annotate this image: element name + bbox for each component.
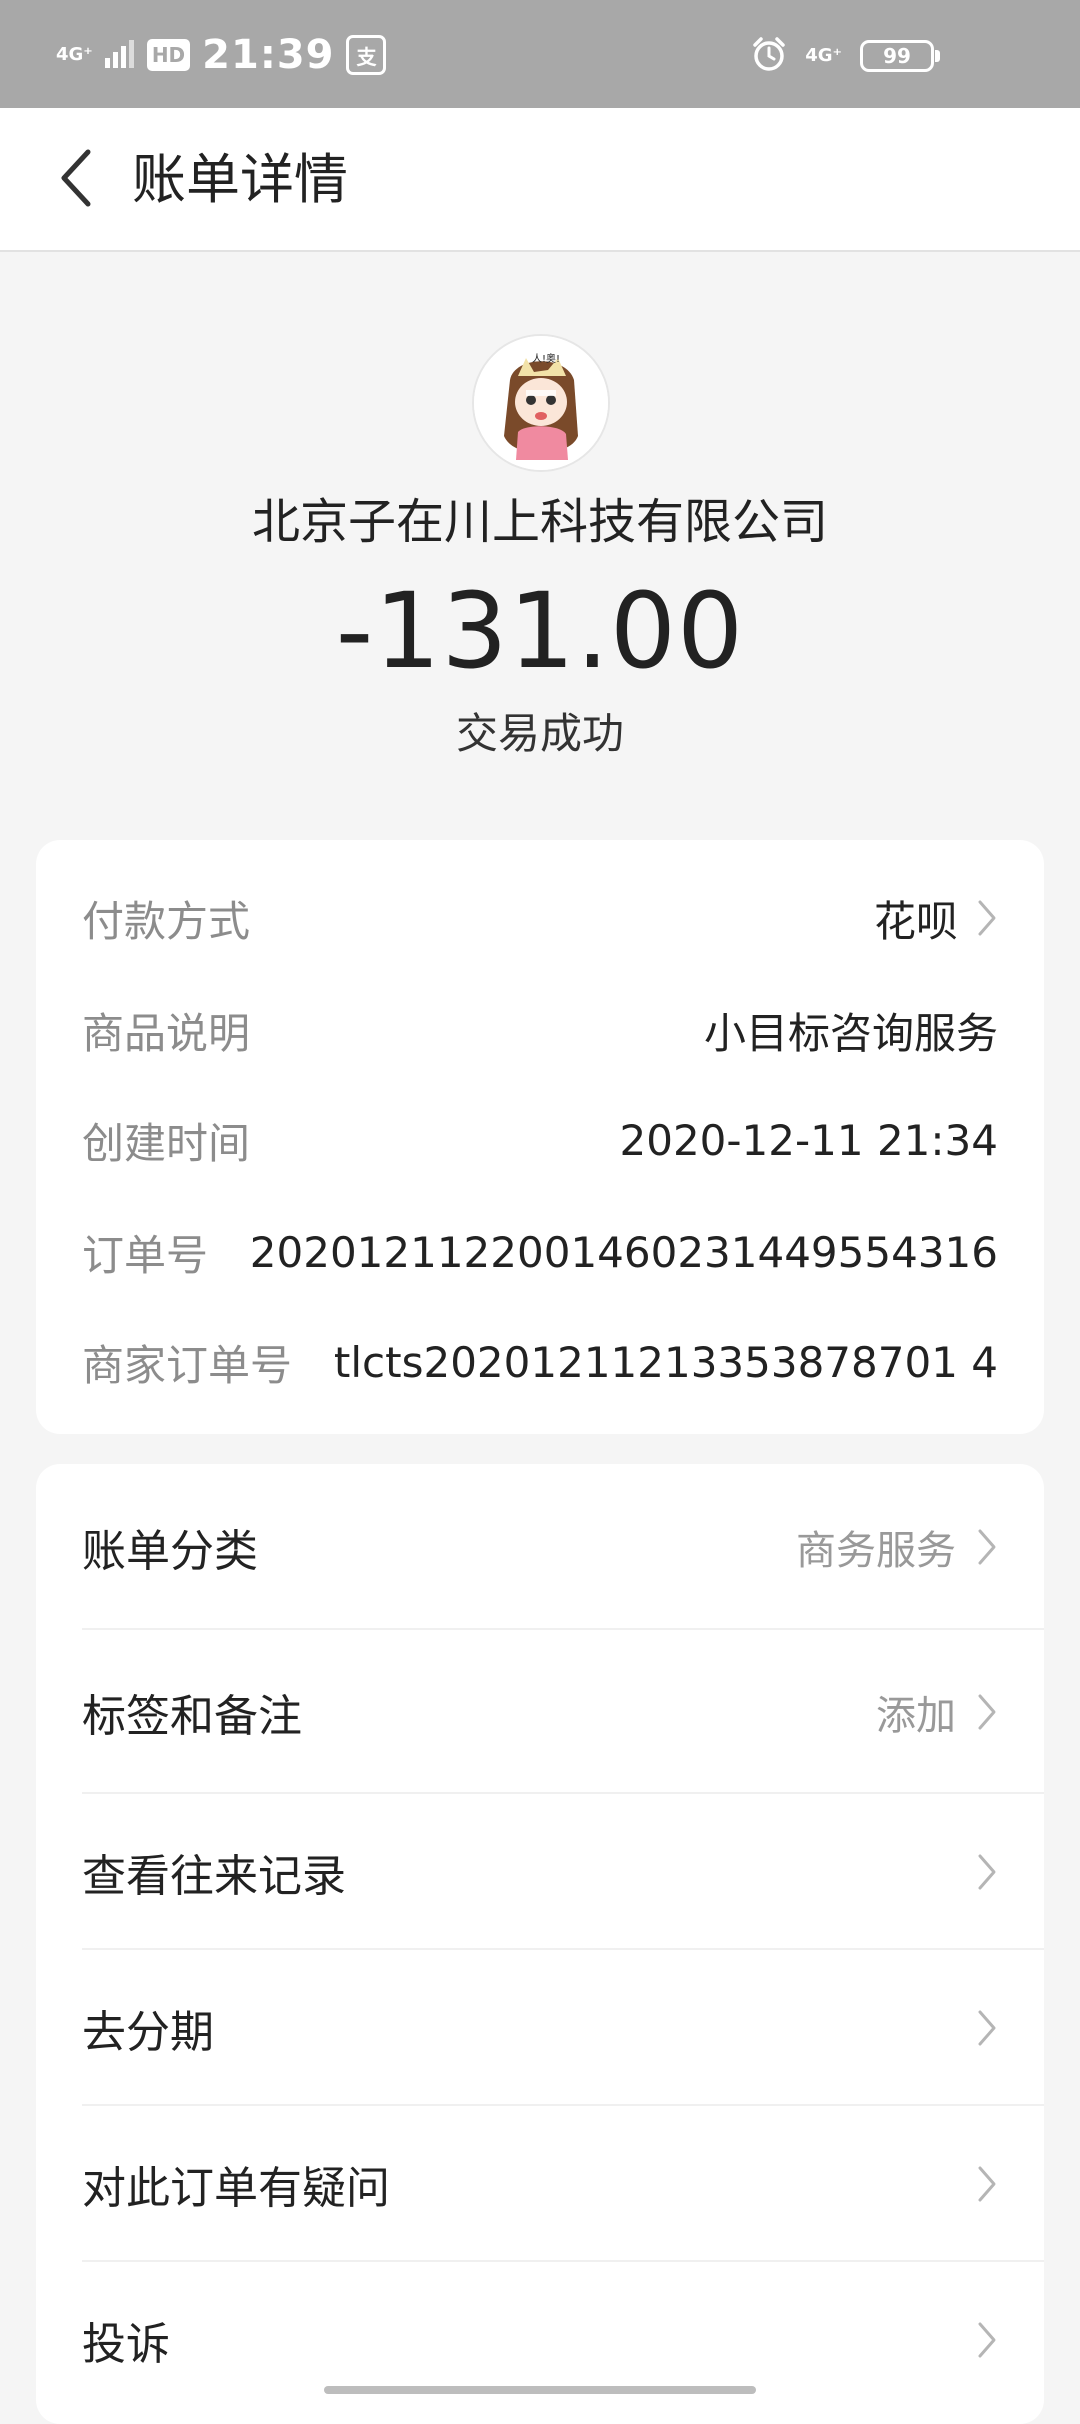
network-left-indicator: 4G⁺ — [56, 44, 93, 65]
actions-card: 账单分类 商务服务 标签和备注 添加 查看往来记录 去分期 对此订单有疑问 投诉 — [36, 1464, 1044, 2424]
action-row-order-question[interactable]: 对此订单有疑问 — [36, 2106, 1044, 2262]
detail-row-payment-method[interactable]: 付款方式 花呗 — [82, 878, 998, 958]
detail-value: 2020-12-11 21:34 — [619, 1115, 998, 1165]
detail-label: 付款方式 — [82, 896, 251, 946]
action-label: 标签和备注 — [82, 1691, 302, 1742]
page-title: 账单详情 — [132, 148, 348, 211]
back-arrow-icon — [56, 146, 96, 214]
action-row-tags-notes[interactable]: 标签和备注 添加 — [36, 1630, 1044, 1794]
transaction-status: 交易成功 — [455, 709, 624, 758]
nav-bar: 账单详情 — [0, 108, 1080, 252]
chevron-right-icon — [976, 1692, 998, 1732]
chevron-right-icon — [976, 2164, 998, 2204]
action-row-complaint[interactable]: 投诉 — [36, 2262, 1044, 2418]
transaction-header: 人!奥! 北京子在川上科技有限公司 -131.00 交易成功 — [0, 250, 1080, 840]
action-value: 添加 — [876, 1693, 956, 1739]
app-notification-badge: 支 — [346, 35, 387, 75]
detail-value: tlcts20201211213353878701 4 — [333, 1337, 998, 1387]
detail-row-description: 商品说明 小目标咨询服务 — [82, 990, 998, 1070]
action-label: 账单分类 — [82, 1526, 258, 1577]
status-bar: 4G⁺ HD 21:39 支 4G⁺ 99 — [0, 0, 1080, 108]
action-row-installment[interactable]: 去分期 — [36, 1950, 1044, 2106]
chevron-right-icon — [976, 2320, 998, 2360]
chevron-right-icon — [976, 1527, 998, 1567]
action-label: 投诉 — [82, 2319, 170, 2370]
detail-label: 商品说明 — [82, 1008, 251, 1058]
merchant-avatar: 人!奥! — [472, 334, 610, 472]
back-button[interactable] — [36, 140, 116, 220]
signal-icon — [104, 38, 135, 72]
detail-value: 花呗 — [873, 896, 958, 946]
chevron-right-icon — [976, 898, 998, 938]
details-card: 付款方式 花呗 商品说明 小目标咨询服务 创建时间 2020-12-11 21:… — [36, 840, 1044, 1434]
action-value: 商务服务 — [796, 1528, 956, 1574]
hd-badge: HD — [146, 39, 191, 71]
status-time: 21:39 — [202, 32, 335, 78]
action-label: 对此订单有疑问 — [82, 2163, 390, 2214]
detail-value: 2020121122001460231449554316 — [249, 1227, 998, 1277]
action-row-history[interactable]: 查看往来记录 — [36, 1794, 1044, 1950]
detail-value: 小目标咨询服务 — [703, 1008, 998, 1058]
network-right-indicator: 4G⁺ — [805, 45, 842, 66]
merchant-name: 北京子在川上科技有限公司 — [251, 494, 828, 550]
action-label: 查看往来记录 — [82, 1851, 346, 1902]
detail-row-merchant-order-number: 商家订单号 tlcts20201211213353878701 4 — [82, 1322, 998, 1402]
chevron-right-icon — [976, 2008, 998, 2048]
detail-label: 创建时间 — [82, 1118, 251, 1168]
action-label: 去分期 — [82, 2007, 214, 2058]
status-bar-left: 4G⁺ HD 21:39 支 — [56, 32, 387, 78]
detail-row-created-time: 创建时间 2020-12-11 21:34 — [82, 1100, 998, 1180]
action-row-bill-category[interactable]: 账单分类 商务服务 — [36, 1464, 1044, 1630]
svg-text:人!奥!: 人!奥! — [532, 352, 560, 365]
alarm-icon — [751, 36, 787, 76]
home-indicator[interactable] — [324, 2386, 756, 2394]
battery-indicator: 99 — [860, 40, 940, 72]
detail-row-order-number: 订单号 2020121122001460231449554316 — [82, 1212, 998, 1292]
chevron-right-icon — [976, 1852, 998, 1892]
transaction-amount: -131.00 — [335, 570, 745, 692]
detail-label: 商家订单号 — [82, 1340, 293, 1390]
detail-label: 订单号 — [82, 1230, 209, 1280]
status-bar-right: 4G⁺ 99 — [751, 36, 940, 76]
